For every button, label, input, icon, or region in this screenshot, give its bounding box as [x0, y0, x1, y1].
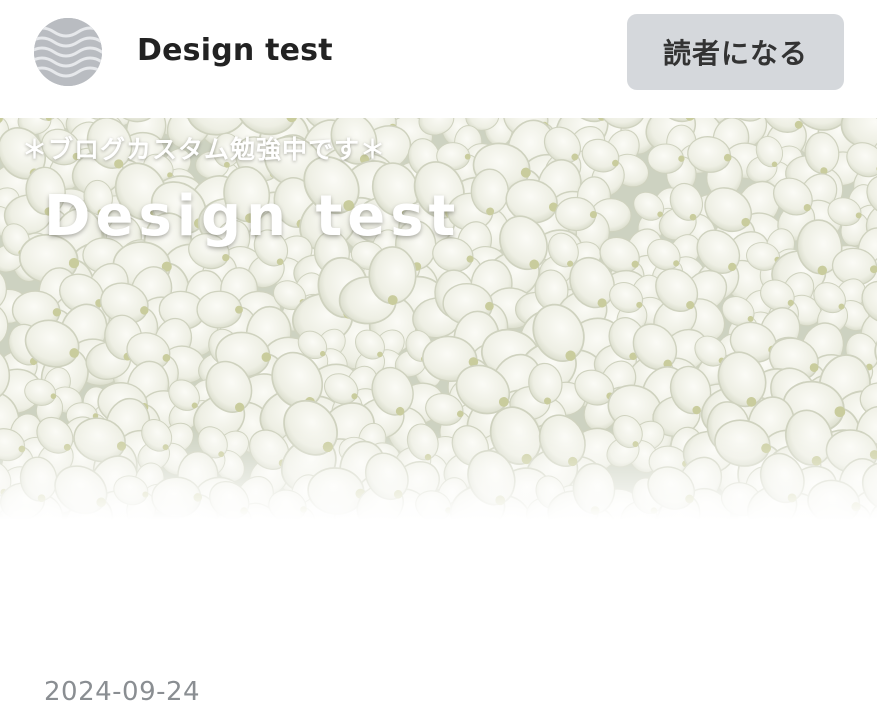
- hero-tagline: ＊ブログカスタム勉強中です＊: [22, 135, 387, 164]
- post-date: 2024-09-24: [44, 677, 201, 707]
- hero-title: Design test: [44, 184, 461, 249]
- hero-fade-overlay: [0, 430, 877, 530]
- hero-banner[interactable]: ＊ブログカスタム勉強中です＊ Design test: [0, 118, 877, 530]
- blog-page: Design test 読者になる ＊ブログカスタム勉強中です＊ Design …: [0, 0, 877, 712]
- blog-avatar-icon[interactable]: [34, 18, 102, 86]
- wave-pattern-icon: [34, 18, 102, 86]
- blog-header: Design test 読者になる: [0, 0, 877, 118]
- subscribe-button[interactable]: 読者になる: [627, 14, 844, 90]
- blog-name-link[interactable]: Design test: [137, 28, 333, 74]
